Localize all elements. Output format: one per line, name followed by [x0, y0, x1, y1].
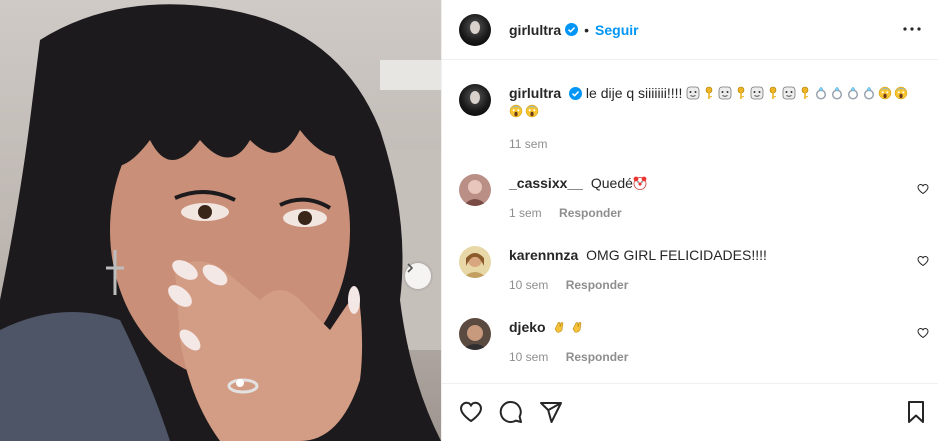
comment-timestamp[interactable]: 1 sem	[509, 206, 542, 220]
commenter-avatar[interactable]	[459, 246, 491, 278]
ring-emoji-icon	[832, 86, 843, 100]
post-caption: girlultra le dije q siiiiiii!!!! 11 sem	[459, 84, 929, 151]
comment-timestamp[interactable]: 10 sem	[509, 350, 548, 364]
face-with-tears-emoji-icon	[718, 86, 732, 100]
post-action-bar	[442, 383, 938, 441]
post-photo	[0, 0, 441, 441]
comment-body: karennnza OMG GIRL FELICIDADES!!!!	[509, 246, 767, 264]
caption-author-username[interactable]: girlultra	[509, 85, 561, 101]
comment-text: OMG GIRL FELICIDADES!!!!	[586, 247, 767, 263]
comment-body: djeko	[509, 318, 585, 336]
follow-button[interactable]: Seguir	[595, 22, 639, 38]
caption-author-avatar[interactable]	[459, 84, 491, 116]
verified-badge-icon	[569, 87, 583, 100]
ring-emoji-icon	[848, 86, 859, 100]
commenter-username[interactable]: _cassixx__	[509, 175, 583, 191]
like-comment-heart-icon[interactable]	[917, 183, 929, 195]
author-username[interactable]: girlultra	[509, 22, 561, 38]
key-emoji-icon	[737, 86, 745, 99]
comment-item: _cassixx__ Quedé 1 sem Responder	[459, 174, 929, 224]
commenter-username[interactable]: karennnza	[509, 247, 578, 263]
reply-button[interactable]: Responder	[559, 206, 622, 220]
like-heart-icon[interactable]	[459, 400, 483, 424]
ring-emoji-icon	[864, 86, 875, 100]
verified-badge-icon	[565, 23, 579, 36]
comment-timestamp[interactable]: 10 sem	[509, 278, 548, 292]
chevron-right-icon	[407, 263, 414, 273]
screaming-face-emoji-icon	[525, 104, 539, 118]
like-comment-heart-icon[interactable]	[917, 255, 929, 267]
post-header: girlultra • Seguir	[442, 0, 938, 60]
commenter-avatar[interactable]	[459, 318, 491, 350]
next-photo-button[interactable]	[405, 263, 431, 289]
comment-text: Quedé	[590, 175, 633, 191]
reply-button[interactable]: Responder	[566, 278, 629, 292]
caption-text: le dije q siiiiiii!!!!	[585, 85, 683, 101]
caption-text-block: girlultra le dije q siiiiiii!!!!	[509, 84, 919, 120]
face-with-tears-emoji-icon	[782, 86, 796, 100]
reply-button[interactable]: Responder	[566, 350, 629, 364]
comment-bubble-icon[interactable]	[499, 400, 523, 424]
comment-meta: 1 sem Responder	[509, 206, 636, 220]
comment-body: _cassixx__ Quedé	[509, 174, 649, 192]
selfie-image	[0, 4, 441, 441]
clown-emoji-icon	[633, 176, 647, 190]
face-with-tears-emoji-icon	[750, 86, 764, 100]
comment-meta: 10 sem Responder	[509, 278, 642, 292]
post-detail-panel: girlultra • Seguir girlultra le dije q s…	[441, 0, 938, 441]
key-emoji-icon	[705, 86, 713, 99]
screaming-face-emoji-icon	[895, 86, 908, 100]
clapping-hands-emoji-icon	[573, 322, 582, 333]
more-options-icon[interactable]	[903, 22, 921, 36]
caption-timestamp[interactable]: 11 sem	[509, 137, 547, 151]
save-bookmark-icon[interactable]	[904, 400, 928, 424]
key-emoji-icon	[801, 86, 809, 99]
author-avatar[interactable]	[459, 13, 491, 46]
key-emoji-icon	[769, 86, 777, 99]
separator-dot: •	[584, 21, 590, 38]
comment-item: djeko 10 sem Responder	[459, 318, 929, 368]
screaming-face-emoji-icon	[509, 104, 523, 118]
comment-item: karennnza OMG GIRL FELICIDADES!!!! 10 se…	[459, 246, 929, 296]
share-paper-plane-icon[interactable]	[539, 400, 563, 424]
commenter-username[interactable]: djeko	[509, 319, 546, 335]
commenter-avatar[interactable]	[459, 174, 491, 206]
screaming-face-emoji-icon	[879, 86, 892, 100]
ring-emoji-icon	[816, 86, 827, 100]
face-with-tears-emoji-icon	[686, 86, 700, 100]
comment-meta: 10 sem Responder	[509, 350, 642, 364]
clapping-hands-emoji-icon	[555, 322, 564, 333]
like-comment-heart-icon[interactable]	[917, 327, 929, 339]
